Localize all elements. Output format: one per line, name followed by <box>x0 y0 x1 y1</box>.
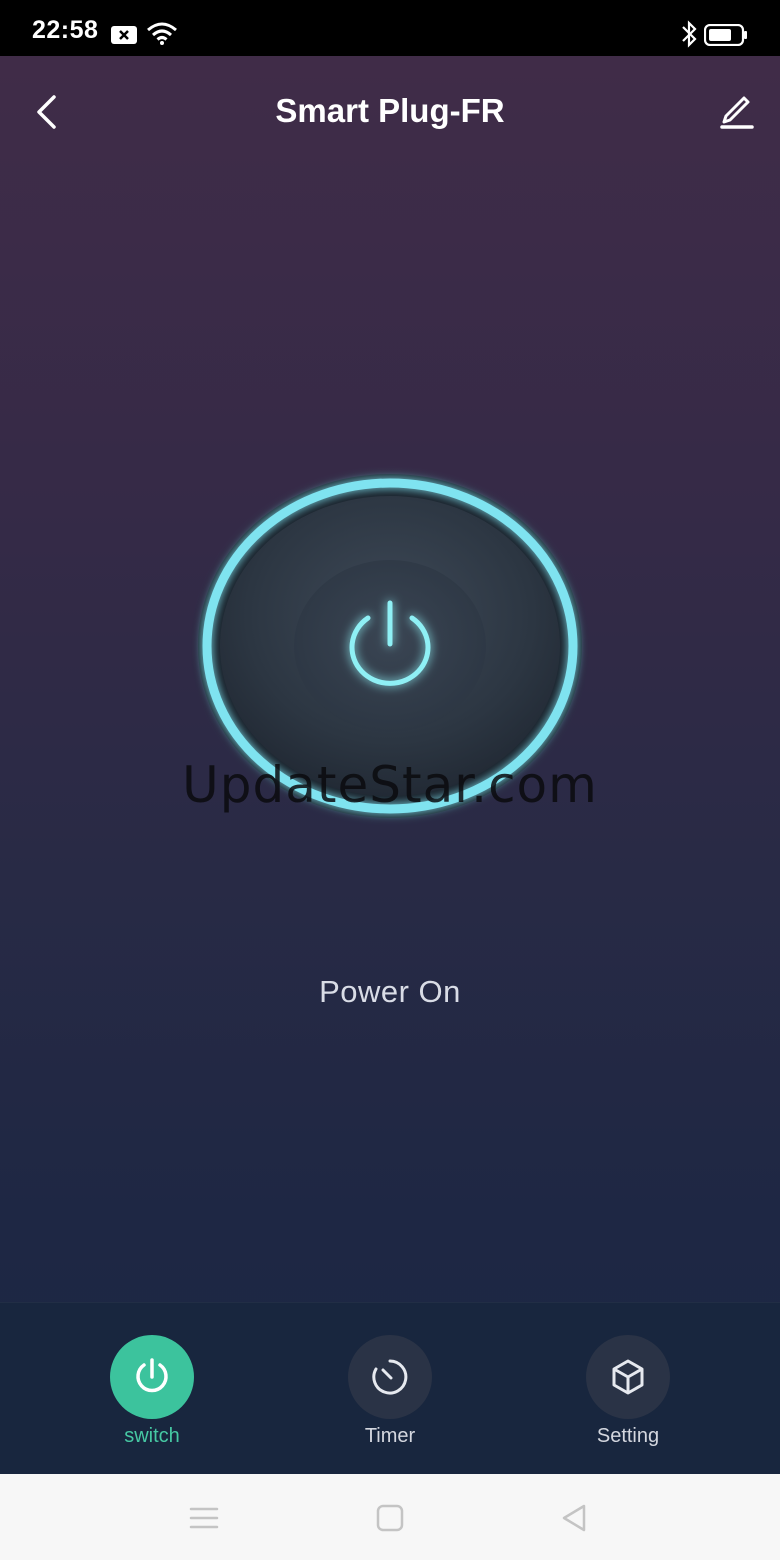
bluetooth-icon <box>682 20 697 48</box>
status-bar: 22:58 <box>0 0 780 56</box>
cube-icon <box>612 1359 644 1395</box>
home-square-icon <box>376 1504 404 1532</box>
app-screen: Smart Plug-FR UpdateStar.com Power On sw… <box>0 56 780 1474</box>
tab-setting-label: Setting <box>596 1425 660 1447</box>
back-triangle-icon <box>562 1504 586 1532</box>
pencil-icon <box>720 96 754 129</box>
home-button[interactable] <box>368 1496 412 1540</box>
power-toggle-button[interactable] <box>292 561 488 731</box>
header: Smart Plug-FR <box>0 56 780 166</box>
menu-icon <box>189 1507 219 1529</box>
battery-icon <box>704 24 747 46</box>
tab-switch[interactable]: switch <box>72 1303 232 1474</box>
power-status-text: Power On <box>319 974 461 1009</box>
page-title: Smart Plug-FR <box>275 92 505 129</box>
status-time: 22:58 <box>32 16 99 44</box>
tab-timer[interactable]: Timer <box>310 1303 470 1474</box>
menu-button[interactable] <box>182 1496 226 1540</box>
tab-timer-label: Timer <box>364 1425 416 1447</box>
system-nav-bar <box>0 1474 780 1560</box>
notification-icon <box>111 26 137 44</box>
tab-timer-circle <box>348 1335 432 1419</box>
wifi-icon <box>147 22 177 45</box>
timer-icon <box>372 1359 408 1395</box>
tab-setting-circle <box>586 1335 670 1419</box>
tab-switch-circle <box>110 1335 194 1419</box>
watermark: UpdateStar.com <box>182 756 598 814</box>
bottom-tab-bar: switch Timer Setting <box>0 1302 780 1474</box>
tab-setting[interactable]: Setting <box>548 1303 708 1474</box>
power-icon <box>136 1358 168 1393</box>
back-nav-button[interactable] <box>552 1496 596 1540</box>
tab-switch-label: switch <box>124 1425 180 1447</box>
edit-button[interactable] <box>712 86 760 134</box>
